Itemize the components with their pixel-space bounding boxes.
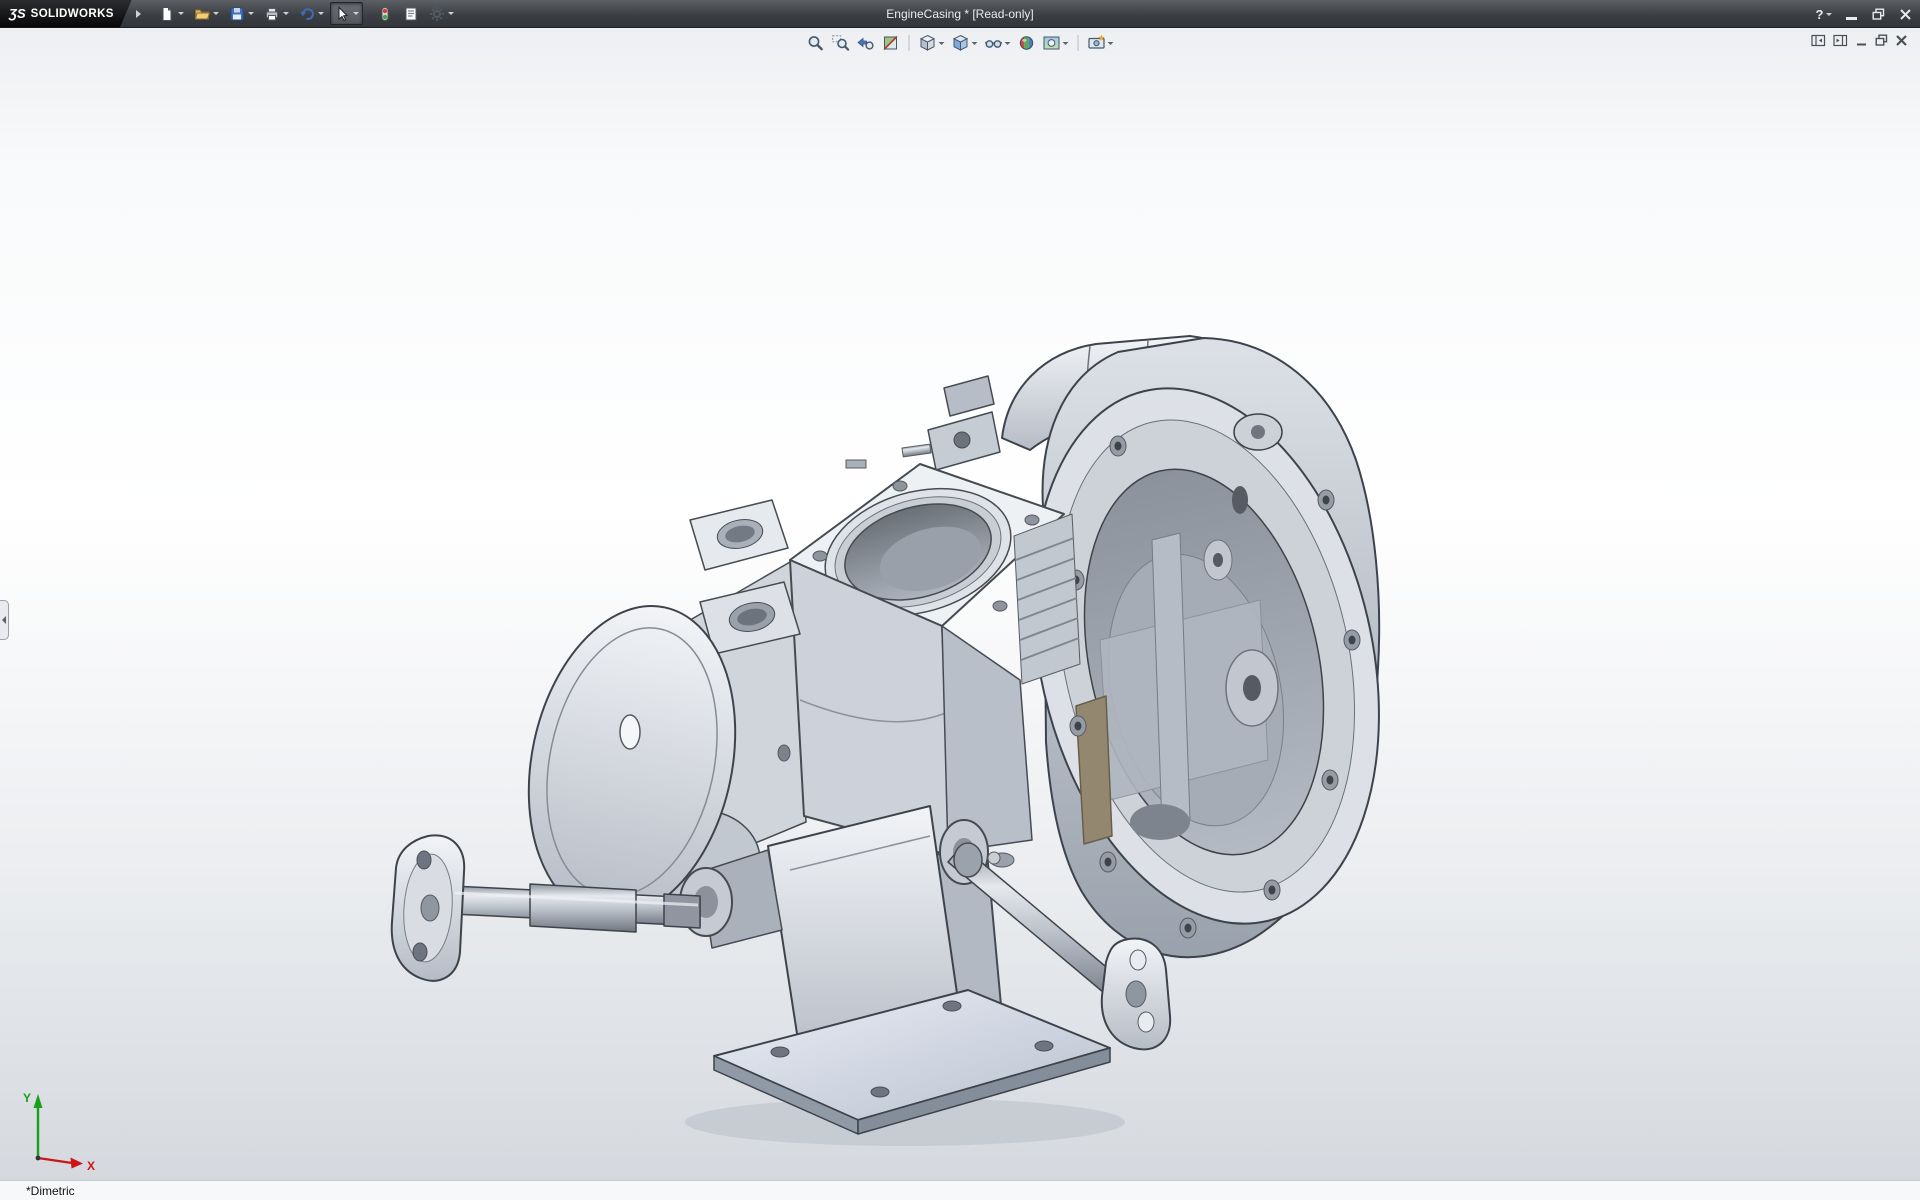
options-gear-icon (429, 6, 445, 22)
toolbar-separator (909, 35, 910, 51)
undo-dropdown-icon[interactable] (318, 12, 324, 15)
hide-show-items-glasses-icon (985, 34, 1003, 52)
undo-icon (299, 6, 315, 22)
file-properties-icon (403, 6, 419, 22)
help-button[interactable]: ? (1815, 4, 1833, 24)
main-toolbar (155, 2, 458, 25)
view-orientation-button[interactable] (917, 33, 947, 53)
show-left-pane-button[interactable] (1811, 34, 1826, 47)
help-icon: ? (1816, 7, 1824, 22)
restore-icon (1872, 8, 1885, 21)
rebuild-traffic-light-icon (377, 6, 393, 22)
display-style-dropdown-icon[interactable] (972, 42, 978, 45)
toolbar-separator (1078, 35, 1079, 51)
view-settings-button[interactable] (1086, 33, 1116, 53)
model-base-plate[interactable] (685, 990, 1125, 1146)
restore-window-button[interactable] (1869, 4, 1887, 24)
edit-appearance-ball-icon (1018, 34, 1036, 52)
solidworks-logo-text: SOLIDWORKS (31, 8, 114, 20)
new-document-dropdown-icon[interactable] (178, 12, 184, 15)
doc-restore-button[interactable] (1875, 34, 1888, 47)
apply-scene-icon (1043, 34, 1061, 52)
previous-view-button[interactable] (855, 33, 877, 53)
display-style-button[interactable] (950, 33, 980, 53)
select-arrow-icon (334, 6, 350, 22)
zoom-to-fit-icon (807, 34, 825, 52)
window-controls: ? (1815, 0, 1914, 28)
view-orientation-dropdown-icon[interactable] (939, 42, 945, 45)
doc-restore-icon (1875, 34, 1888, 47)
show-right-pane-icon (1833, 34, 1848, 47)
view-settings-dropdown-icon[interactable] (1108, 42, 1114, 45)
zoom-to-fit-button[interactable] (805, 33, 827, 53)
minimize-icon (1846, 17, 1857, 20)
save-button[interactable] (225, 2, 258, 25)
hide-show-items-button[interactable] (983, 33, 1013, 53)
zoom-to-area-icon (832, 34, 850, 52)
save-dropdown-icon[interactable] (248, 12, 254, 15)
new-document-icon (159, 6, 175, 22)
solidworks-logo-mark: ƷS (9, 6, 26, 21)
triad-x-label: X (87, 1159, 95, 1173)
graphics-area[interactable]: Y X (0, 28, 1920, 1180)
titlebar: ƷS SOLIDWORKS (0, 0, 1920, 28)
minimize-window-button[interactable] (1842, 4, 1860, 24)
section-view-icon (882, 34, 900, 52)
rebuild-button[interactable] (373, 2, 397, 25)
solidworks-logo[interactable]: ƷS SOLIDWORKS (0, 0, 132, 28)
close-icon (1899, 8, 1912, 21)
featuremanager-flyout-handle[interactable] (0, 600, 9, 640)
show-left-pane-icon (1811, 34, 1826, 47)
chevron-left-icon (2, 616, 6, 624)
document-window-controls (1811, 34, 1908, 47)
engine-casing-model[interactable] (0, 28, 1920, 1180)
print-dropdown-icon[interactable] (283, 12, 289, 15)
section-view-button[interactable] (880, 33, 902, 53)
select-dropdown-icon[interactable] (353, 12, 359, 15)
close-window-button[interactable] (1896, 4, 1914, 24)
options-button[interactable] (425, 2, 458, 25)
hide-show-items-dropdown-icon[interactable] (1005, 42, 1011, 45)
print-icon (264, 6, 280, 22)
doc-minimize-button[interactable] (1855, 34, 1868, 47)
print-button[interactable] (260, 2, 293, 25)
save-icon (229, 6, 245, 22)
triad-y-label: Y (23, 1091, 31, 1105)
edit-appearance-button[interactable] (1016, 33, 1038, 53)
doc-close-icon (1895, 34, 1908, 47)
menu-flyout-arrow-icon[interactable] (136, 10, 141, 18)
view-orientation-cube-icon (919, 34, 937, 52)
previous-view-icon (857, 34, 875, 52)
document-title: EngineCasing * [Read-only] (886, 0, 1033, 28)
view-orientation-label: *Dimetric (26, 1184, 75, 1198)
open-dropdown-icon[interactable] (213, 12, 219, 15)
select-button[interactable] (330, 2, 363, 25)
options-dropdown-icon[interactable] (448, 12, 454, 15)
open-folder-icon (194, 6, 210, 22)
zoom-to-area-button[interactable] (830, 33, 852, 53)
reference-triad: Y X (16, 1080, 106, 1178)
file-properties-button[interactable] (399, 2, 423, 25)
new-document-button[interactable] (155, 2, 188, 25)
doc-minimize-icon (1855, 34, 1868, 47)
model-rocker-bracket[interactable] (846, 376, 1000, 470)
undo-button[interactable] (295, 2, 328, 25)
headsup-view-toolbar (805, 33, 1116, 53)
doc-close-button[interactable] (1895, 34, 1908, 47)
display-style-icon (952, 34, 970, 52)
open-button[interactable] (190, 2, 223, 25)
status-bar: *Dimetric (0, 1180, 1920, 1200)
help-dropdown-icon[interactable] (1826, 13, 1832, 16)
apply-scene-dropdown-icon[interactable] (1063, 42, 1069, 45)
apply-scene-button[interactable] (1041, 33, 1071, 53)
view-settings-icon (1088, 34, 1106, 52)
show-right-pane-button[interactable] (1833, 34, 1848, 47)
